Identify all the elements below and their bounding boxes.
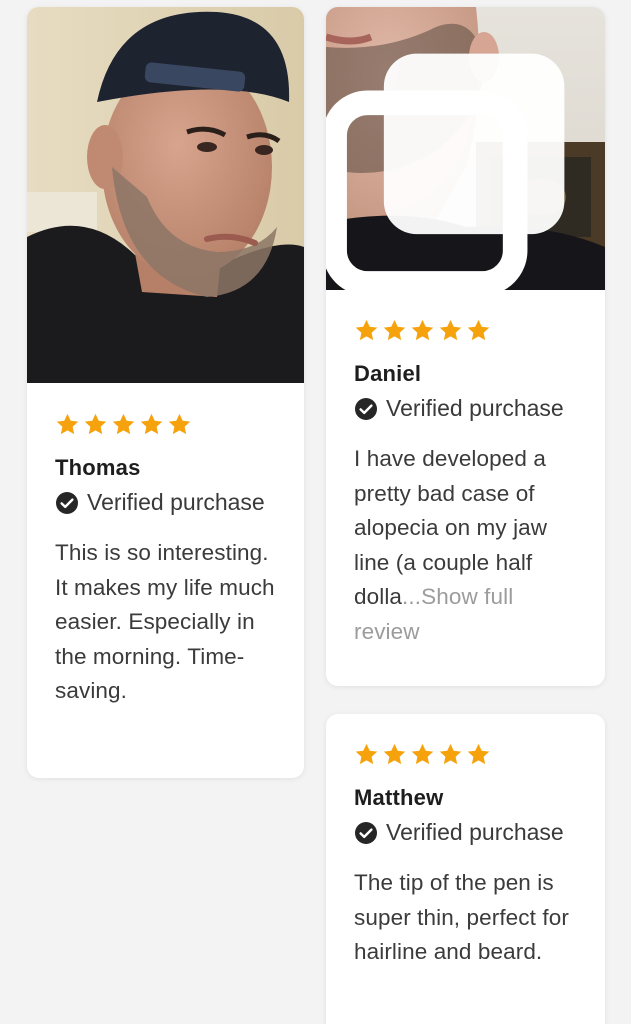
reviewer-name: Daniel — [354, 361, 422, 386]
review-text-ellipsis: ... — [402, 584, 422, 609]
review-photo[interactable] — [27, 7, 304, 383]
multiple-photos-icon — [326, 53, 565, 290]
verified-badge: Verified purchase — [354, 395, 585, 422]
star-icon — [411, 319, 434, 341]
review-text: I have developed a pretty bad case of al… — [354, 442, 569, 649]
review-card-thomas[interactable]: Thomas Verified purchase This is so inte… — [27, 7, 304, 778]
review-card-daniel[interactable]: Daniel Verified purchase I have develope… — [326, 7, 605, 686]
star-icon — [84, 413, 107, 435]
verified-label: Verified purchase — [386, 819, 564, 845]
verified-badge: Verified purchase — [55, 489, 284, 516]
star-icon — [355, 743, 378, 765]
reviewer-name: Matthew — [354, 785, 444, 810]
star-icon — [411, 743, 434, 765]
star-icon — [355, 319, 378, 341]
star-icon — [439, 743, 462, 765]
verified-check-icon — [355, 821, 377, 844]
star-icon — [168, 413, 191, 435]
verified-check-icon — [355, 397, 377, 420]
star-icon — [439, 319, 462, 341]
verified-label: Verified purchase — [87, 489, 265, 515]
review-text: The tip of the pen is super thin, perfec… — [354, 870, 569, 964]
star-icon — [383, 319, 406, 341]
verified-label: Verified purchase — [386, 395, 564, 421]
star-icon — [112, 413, 135, 435]
review-card-matthew[interactable]: Matthew Verified purchase The tip of the… — [326, 714, 605, 1024]
star-icon — [383, 743, 406, 765]
star-icon — [467, 319, 490, 341]
verified-badge: Verified purchase — [354, 819, 585, 846]
star-rating — [354, 318, 585, 344]
reviewer-name: Thomas — [55, 455, 141, 480]
star-icon — [467, 743, 490, 765]
star-rating — [354, 742, 585, 768]
star-icon — [140, 413, 163, 435]
review-photo[interactable] — [326, 7, 605, 290]
star-icon — [56, 413, 79, 435]
verified-check-icon — [56, 491, 78, 514]
star-rating — [55, 412, 284, 438]
review-text: This is so interesting. It makes my life… — [55, 540, 275, 703]
